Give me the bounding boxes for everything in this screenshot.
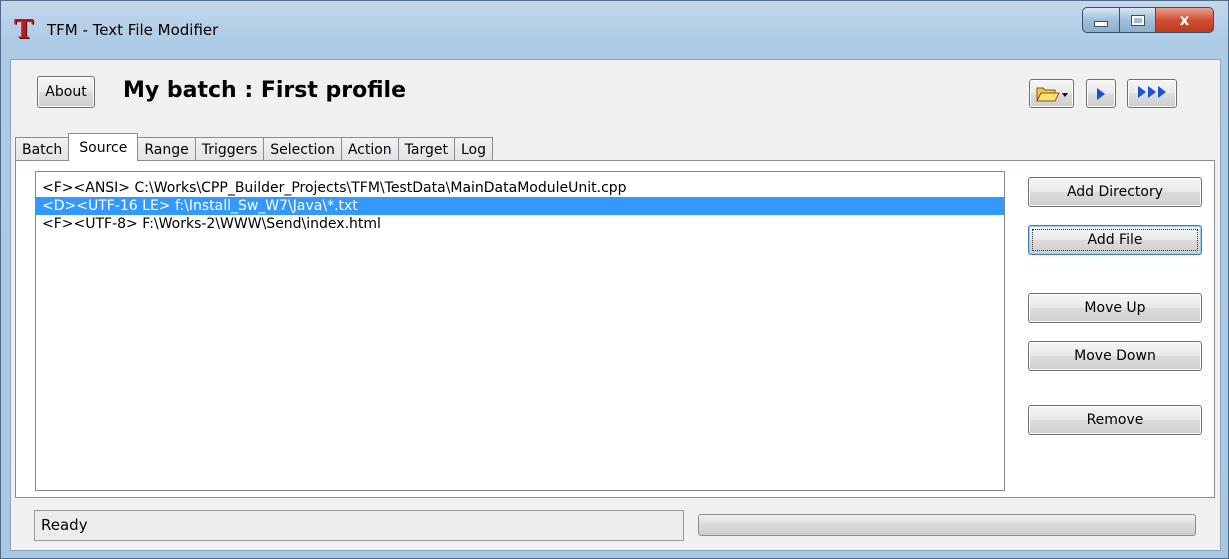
tab-triggers[interactable]: Triggers [194,137,265,161]
status-bar: Ready [15,502,1215,544]
run-all-icon [1137,85,1167,102]
folder-open-icon [1035,87,1068,101]
minimize-icon [1094,21,1108,27]
source-listbox[interactable]: <F><ANSI> C:\Works\CPP_Builder_Projects\… [35,171,1005,491]
progress-bar [698,514,1196,536]
tab-range[interactable]: Range [137,137,196,161]
close-button[interactable]: x [1156,7,1214,33]
run-button[interactable] [1086,79,1116,108]
source-tab-panel: <F><ANSI> C:\Works\CPP_Builder_Projects\… [15,160,1215,498]
caption-buttons: x [1082,7,1214,33]
tab-batch[interactable]: Batch [15,137,70,161]
tab-selection[interactable]: Selection [263,137,342,161]
tab-target[interactable]: Target [397,137,455,161]
close-icon: x [1179,11,1190,29]
minimize-button[interactable] [1082,7,1120,33]
tab-log[interactable]: Log [454,137,494,161]
focus-ring [1032,229,1198,251]
dropdown-arrow-icon [1061,92,1068,97]
app-window: T TFM - Text File Modifier x About My ba… [0,0,1229,559]
window-title: TFM - Text File Modifier [47,21,219,39]
move-up-button[interactable]: Move Up [1028,293,1202,323]
status-text: Ready [34,510,684,541]
client-area: About My batch : First profile Batch Sou… [10,59,1221,551]
list-item[interactable]: <F><ANSI> C:\Works\CPP_Builder_Projects\… [36,179,1004,197]
maximize-button[interactable] [1120,7,1156,33]
tab-strip: Batch Source Range Triggers Selection Ac… [15,133,494,161]
app-logo-icon: T [14,15,34,45]
about-button[interactable]: About [37,76,95,108]
add-file-button[interactable]: Add File [1028,225,1202,255]
run-all-button[interactable] [1127,79,1177,108]
maximize-icon [1130,14,1145,26]
tab-action[interactable]: Action [340,137,399,161]
remove-button[interactable]: Remove [1028,405,1202,435]
run-icon [1097,87,1105,100]
batch-profile-heading: My batch : First profile [123,78,406,103]
title-bar[interactable]: T TFM - Text File Modifier x [1,1,1229,59]
add-directory-button[interactable]: Add Directory [1028,177,1202,207]
list-item-selected[interactable]: <D><UTF-16 LE> f:\Install_Sw_W7\Java\*.t… [36,197,1004,215]
list-item[interactable]: <F><UTF-8> F:\Works-2\WWW\Send\index.htm… [36,215,1004,233]
move-down-button[interactable]: Move Down [1028,341,1202,371]
tab-source[interactable]: Source [68,133,139,161]
open-folder-button[interactable] [1029,79,1074,108]
